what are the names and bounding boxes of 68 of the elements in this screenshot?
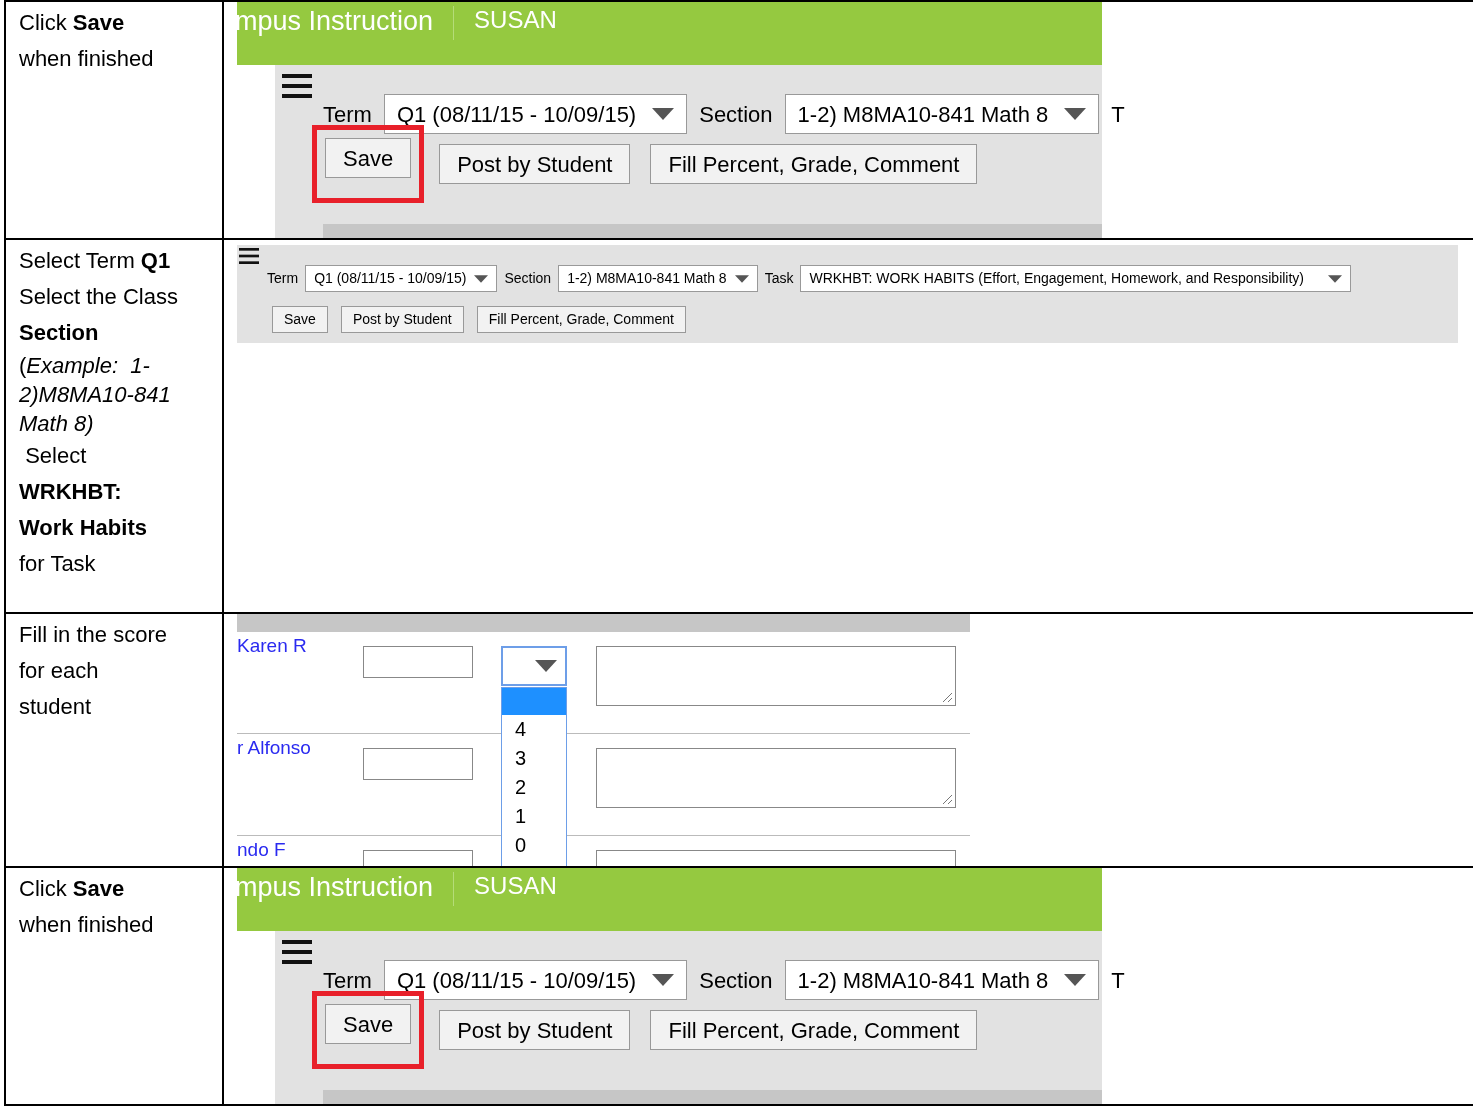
toolbar-button[interactable]: Post by Student [340, 306, 464, 333]
comment-field[interactable] [596, 748, 956, 808]
grade-option[interactable]: 1 [502, 802, 527, 831]
grade-option[interactable]: 3 [502, 744, 527, 773]
instruction-text: when finished [19, 45, 155, 73]
section-select[interactable]: 1-2) M8MA10-841 Math 8 [784, 960, 1100, 1000]
section-select[interactable]: 1-2) M8MA10-841 Math 8 [784, 94, 1100, 134]
toolbar-button[interactable]: Save [325, 1004, 412, 1044]
toolbar-button[interactable]: Post by Student [439, 1010, 631, 1050]
user-name: SUSAN [474, 872, 557, 900]
term-label: Term [267, 269, 299, 288]
caret-icon [1064, 974, 1087, 986]
instruction-text: Select [24, 442, 88, 470]
section-label: Section [699, 966, 773, 995]
task-label: T [1111, 100, 1125, 129]
instruction-text: Work Habits [19, 514, 148, 542]
task-label: Task [764, 269, 794, 288]
caret-icon [652, 974, 675, 986]
percent-field[interactable] [363, 646, 473, 678]
caret-icon [734, 274, 749, 283]
menu-icon[interactable] [282, 940, 312, 964]
instruction-text: Click Save [19, 9, 126, 37]
grade-option[interactable]: 0 [502, 831, 527, 860]
term-label: Term [323, 966, 372, 995]
student-link[interactable]: ndo F [237, 839, 286, 861]
app-title: mpus Instruction [235, 872, 434, 902]
instruction-text: Click Save [19, 875, 126, 903]
task-select[interactable]: WRKHBT: WORK HABITS (Effort, Engagement, Homework, and Responsibility) [800, 265, 1352, 292]
section-label: Section [504, 269, 552, 288]
toolbar-button[interactable]: Save [325, 138, 412, 178]
instruction-text: (Example: 1-2)M8MA10-841 Math 8) [19, 352, 172, 438]
instruction-text: for Task [19, 550, 97, 578]
toolbar-button[interactable]: Fill Percent, Grade, Comment [476, 306, 686, 333]
task-label: T [1111, 966, 1125, 995]
toolbar-button[interactable]: Post by Student [439, 144, 631, 184]
toolbar-button[interactable]: Fill Percent, Grade, Comment [650, 1010, 978, 1050]
instruction-text: Section [19, 319, 100, 347]
app-title: mpus Instruction [235, 6, 434, 36]
menu-icon[interactable] [239, 248, 259, 264]
instruction-text: when finished [19, 911, 155, 939]
student-link[interactable]: Karen R [237, 635, 307, 657]
percent-field[interactable] [363, 748, 473, 780]
caret-icon [1064, 108, 1087, 120]
caret-icon [1328, 274, 1343, 283]
grade-select[interactable] [501, 646, 567, 686]
resize-grip-icon [941, 691, 953, 703]
grade-option[interactable]: 4 [502, 715, 527, 744]
student-link[interactable]: r Alfonso [237, 737, 311, 759]
term-label: Term [323, 100, 372, 129]
instruction-text: student [19, 693, 93, 721]
toolbar-button[interactable]: Fill Percent, Grade, Comment [650, 144, 978, 184]
comment-field[interactable] [596, 646, 956, 706]
menu-icon[interactable] [282, 74, 312, 98]
caret-icon [535, 660, 557, 672]
section-label: Section [699, 100, 773, 129]
instruction-text: WRKHBT: [19, 478, 123, 506]
resize-grip-icon [941, 793, 953, 805]
instruction-text: Select Term Q1 [19, 247, 172, 275]
instruction-text: Select the Class [19, 283, 179, 311]
term-select[interactable]: Q1 (08/11/15 - 10/09/15) [305, 265, 498, 292]
instruction-text: for each [19, 657, 100, 685]
instruction-text: Fill in the score [19, 621, 168, 649]
section-select[interactable]: 1-2) M8MA10-841 Math 8 [558, 265, 758, 292]
caret-icon [474, 274, 489, 283]
toolbar-button[interactable]: Save [272, 306, 328, 333]
caret-icon [652, 108, 675, 120]
user-name: SUSAN [474, 6, 557, 34]
grade-option[interactable]: 2 [502, 773, 527, 802]
